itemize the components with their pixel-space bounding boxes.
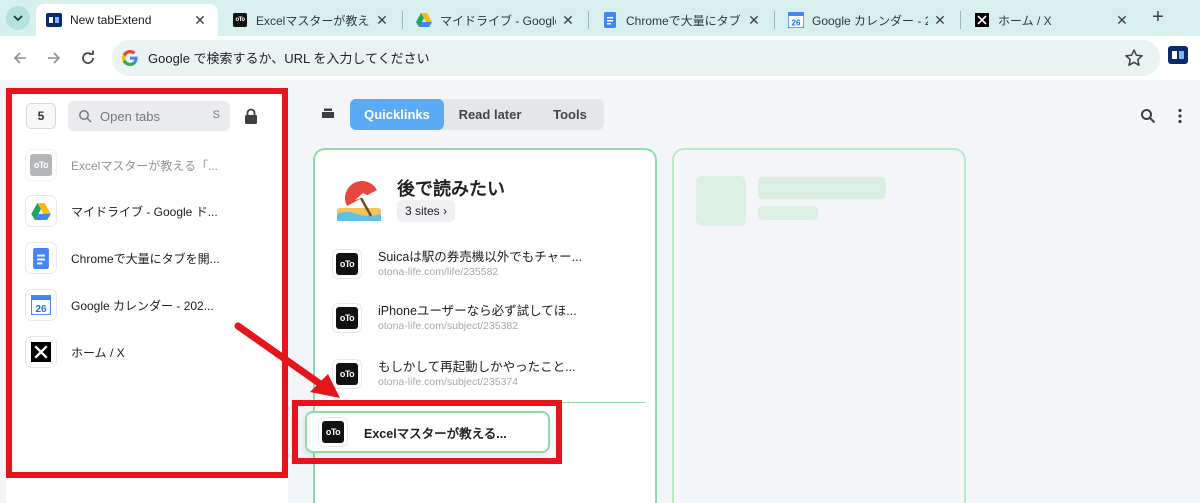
card-title: 後で読みたい — [397, 179, 505, 199]
quicklink-item[interactable]: oTo Suicaは駅の券売機以外でもチャー... otona-life.com… — [333, 244, 643, 284]
quicklink-url: otona-life.com/subject/235382 — [378, 320, 519, 332]
bookmark-star-icon[interactable] — [1124, 48, 1144, 68]
close-tab-icon[interactable]: ✕ — [560, 12, 576, 29]
close-tab-icon[interactable]: ✕ — [932, 12, 948, 29]
omnibox-input[interactable] — [148, 50, 1048, 66]
sites-count-chip[interactable]: 3 sites › — [397, 200, 456, 222]
x-icon — [974, 12, 990, 28]
reload-icon — [82, 50, 94, 64]
close-tab-icon[interactable]: ✕ — [192, 12, 208, 29]
quicklink-title: もしかして再起動しかやったこと... — [378, 360, 576, 374]
google-calendar-icon: 26 — [788, 12, 804, 28]
quicklink-title: Suicaは駅の券売機以外でもチャー... — [378, 250, 583, 264]
quicklink-url: otona-life.com/subject/235374 — [378, 376, 519, 388]
tab-title: マイドライブ - Google ドラ — [440, 13, 556, 28]
oto-icon: oTo — [232, 12, 248, 28]
placeholder-subtitle — [758, 206, 818, 220]
arrow-left-icon — [13, 52, 26, 64]
tab-strip: New tabExtend ✕ oTo Excelマスターが教える「ショ ✕ マ… — [0, 0, 1200, 36]
layers-icon[interactable] — [320, 106, 336, 120]
google-logo-icon — [122, 50, 138, 66]
tab-title: Google カレンダー - 2024 — [812, 13, 928, 28]
quicklink-item[interactable]: oTo iPhoneユーザーなら必ず試してほ... otona-life.com… — [333, 298, 643, 338]
forward-button[interactable] — [42, 46, 66, 70]
google-docs-icon — [602, 12, 618, 28]
more-vert-icon[interactable] — [1176, 108, 1184, 124]
oto-icon: oTo — [333, 250, 361, 278]
google-drive-icon — [416, 12, 432, 28]
tab-tools[interactable]: Tools — [536, 99, 604, 130]
tab-google-drive[interactable]: マイドライブ - Google ドラ ✕ — [406, 4, 586, 36]
new-tab-button[interactable]: + — [1148, 6, 1168, 28]
tab-x-home[interactable]: ホーム / X ✕ — [964, 4, 1140, 36]
tab-separator — [402, 11, 403, 29]
tab-title: Excelマスターが教える「ショ — [256, 13, 370, 28]
tab-read-later[interactable]: Read later — [444, 99, 536, 130]
quicklink-url: otona-life.com/life/235582 — [378, 266, 499, 278]
close-tab-icon[interactable]: ✕ — [1114, 12, 1130, 29]
red-arrow-annotation — [234, 322, 340, 398]
arrow-right-icon — [48, 52, 61, 64]
tab-title: New tabExtend — [70, 13, 152, 27]
sidebar-highlight-frame — [6, 88, 288, 478]
chevron-down-icon — [13, 15, 23, 22]
empty-card-placeholder — [672, 148, 966, 503]
tab-title: Chromeで大量にタブを開 — [626, 13, 742, 28]
tabextend-page: 5 S oTo Excelマスターが教える「... マイドライブ - Googl… — [0, 80, 1200, 503]
tab-search-button[interactable] — [6, 6, 30, 30]
address-bar[interactable] — [112, 40, 1160, 76]
tab-separator — [588, 11, 589, 29]
quicklink-item[interactable]: oTo もしかして再起動しかやったこと... otona-life.com/su… — [333, 354, 643, 394]
tab-quicklinks[interactable]: Quicklinks — [350, 99, 444, 130]
close-tab-icon[interactable]: ✕ — [746, 12, 762, 29]
placeholder-icon — [696, 176, 746, 226]
svg-text:26: 26 — [792, 19, 801, 28]
search-icon[interactable] — [1140, 108, 1156, 124]
tab-title: ホーム / X — [998, 13, 1052, 28]
browser-toolbar — [0, 36, 1200, 80]
tab-new-tabextend[interactable]: New tabExtend ✕ — [36, 4, 218, 36]
tabextend-extension-icon[interactable] — [1168, 46, 1188, 66]
beach-umbrella-icon — [337, 181, 381, 221]
view-switcher: Quicklinks Read later Tools — [350, 99, 604, 130]
tab-separator — [774, 11, 775, 29]
close-tab-icon[interactable]: ✕ — [374, 12, 390, 29]
back-button[interactable] — [8, 46, 32, 70]
quicklink-title: iPhoneユーザーなら必ず試してほ... — [378, 304, 577, 318]
reload-button[interactable] — [76, 46, 100, 70]
tab-excel[interactable]: oTo Excelマスターが教える「ショ ✕ — [222, 4, 400, 36]
tabextend-icon — [46, 12, 62, 28]
tab-google-calendar[interactable]: 26 Google カレンダー - 2024 ✕ — [778, 4, 958, 36]
tab-separator — [960, 11, 961, 29]
placeholder-title — [758, 177, 886, 199]
tab-chrome-docs[interactable]: Chromeで大量にタブを開 ✕ — [592, 4, 772, 36]
